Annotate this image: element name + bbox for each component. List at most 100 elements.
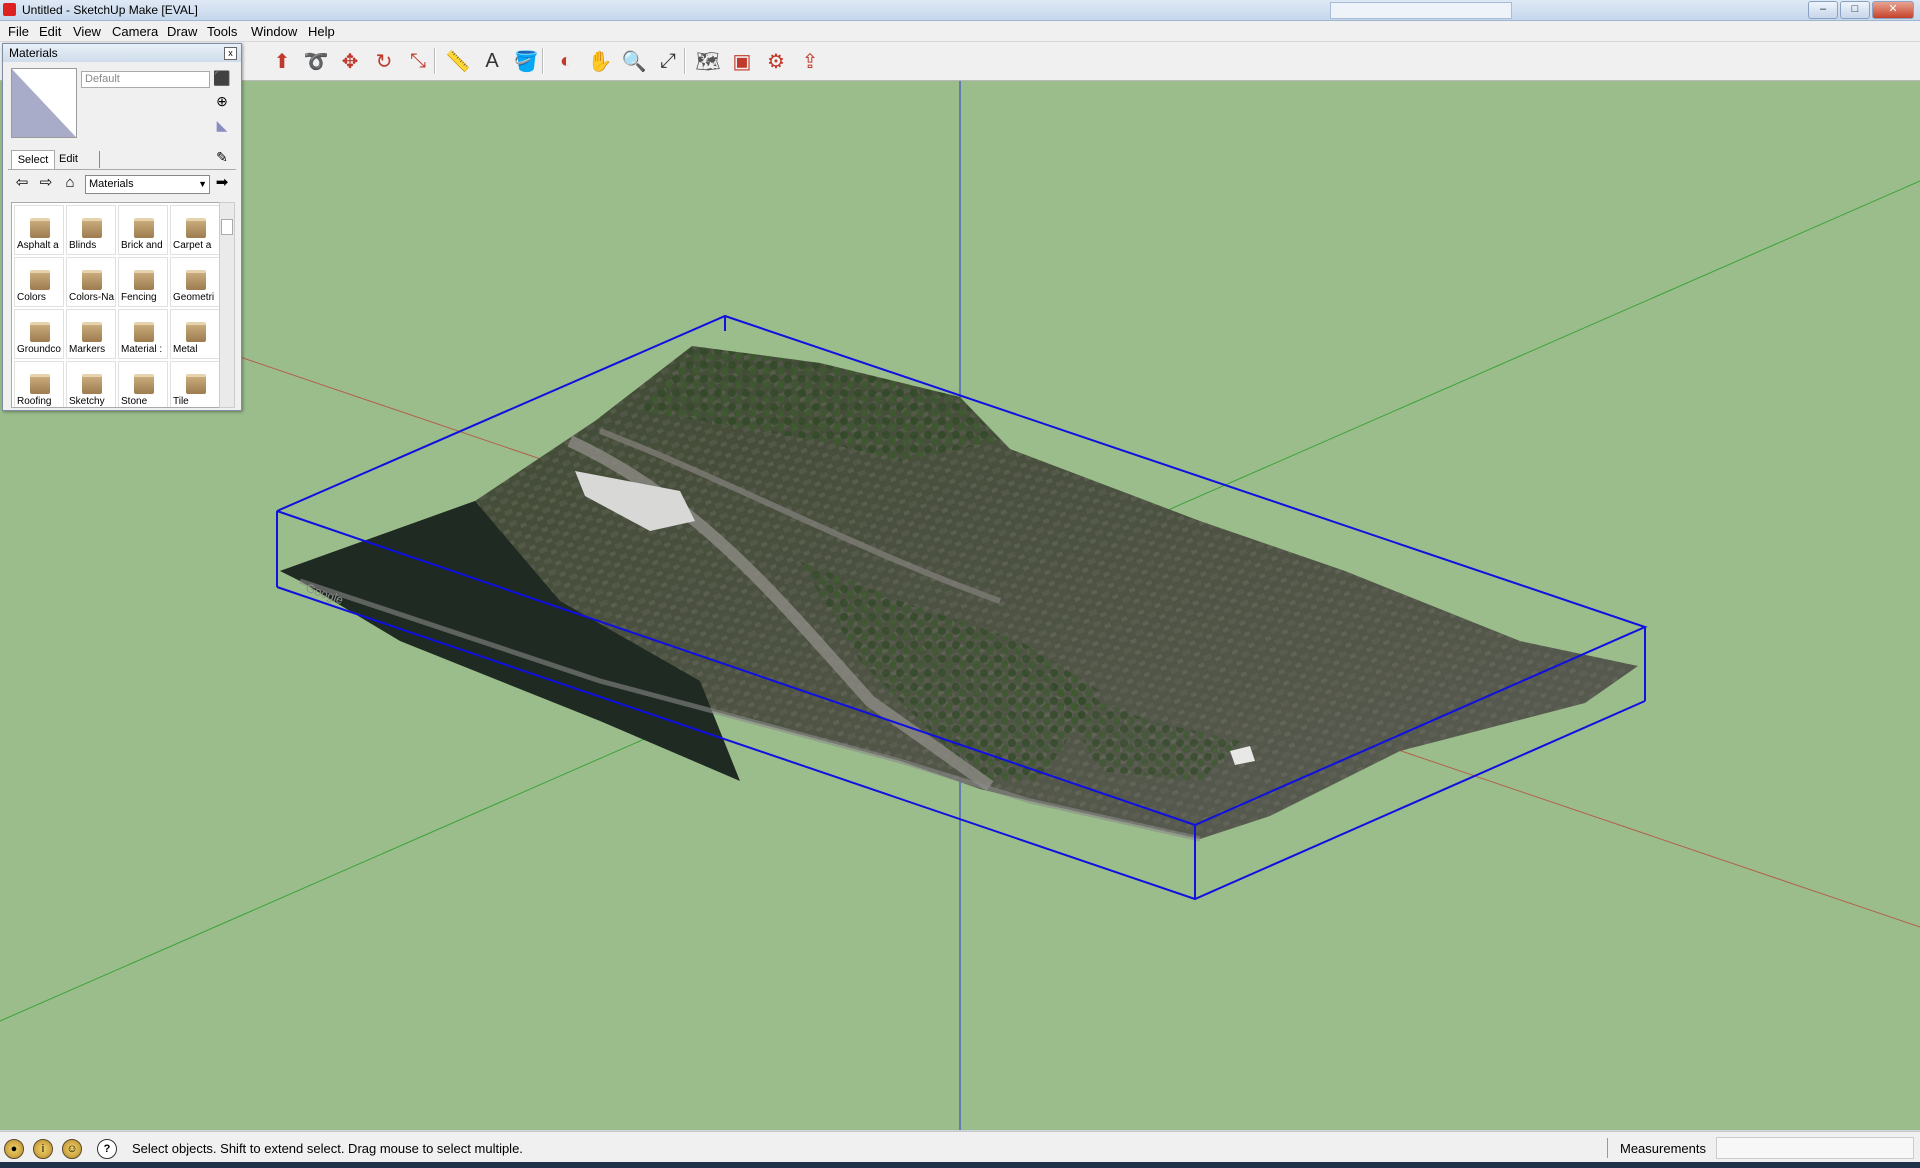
rotate-icon[interactable]: ↻ — [370, 47, 398, 75]
folder-icon — [186, 374, 206, 394]
get-models-icon[interactable]: ▣ — [728, 47, 756, 75]
status-message: Select objects. Shift to extend select. … — [132, 1141, 523, 1156]
close-icon[interactable]: x — [224, 47, 237, 60]
menu-camera[interactable]: Camera — [109, 24, 161, 39]
material-folder-tile[interactable]: Carpet a — [170, 205, 220, 255]
material-folder-tile[interactable]: Stone — [118, 361, 168, 407]
material-name-field[interactable]: Default — [81, 71, 210, 88]
material-folder-tile[interactable]: Colors — [14, 257, 64, 307]
material-folder-label: Groundco — [17, 344, 61, 355]
extension-warehouse-icon[interactable]: ⚙ — [762, 47, 790, 75]
material-folder-label: Stone — [121, 396, 148, 407]
chevron-down-icon: ▼ — [198, 179, 207, 189]
help-icon[interactable]: ? — [97, 1139, 117, 1159]
push-pull-icon[interactable]: ⬆ — [268, 47, 296, 75]
orbit-icon[interactable]: ◐ — [552, 47, 580, 75]
material-folder-label: Sketchy — [69, 396, 105, 407]
materials-grid-scrollbar[interactable] — [219, 202, 235, 408]
display-secondary-browser-icon[interactable]: ⬛ — [213, 69, 231, 87]
credits-icon[interactable]: i — [33, 1139, 53, 1159]
folder-icon — [30, 218, 50, 238]
folder-icon — [30, 374, 50, 394]
close-button[interactable]: ✕ — [1872, 1, 1914, 19]
menu-window[interactable]: Window — [248, 24, 300, 39]
material-folder-tile[interactable]: Blinds — [66, 205, 116, 255]
zoom-icon[interactable]: 🔍 — [620, 47, 648, 75]
move-icon[interactable]: ✥ — [336, 47, 364, 75]
os-taskbar — [0, 1162, 1920, 1168]
home-icon[interactable]: ⌂ — [61, 174, 79, 192]
follow-me-icon[interactable]: ➰ — [302, 47, 330, 75]
folder-icon — [134, 270, 154, 290]
scene-3d[interactable]: Google — [0, 81, 1920, 1130]
materials-panel-header[interactable]: Materials x — [3, 44, 241, 62]
sketchup-logo-icon — [3, 3, 16, 16]
material-folder-tile[interactable]: Metal — [170, 309, 220, 359]
pan-icon[interactable]: ✋ — [586, 47, 614, 75]
materials-panel[interactable]: Materials x Default ⬛ ⊕ ◣ Select Edit ✎ … — [2, 43, 242, 411]
zoom-extents-icon[interactable]: ⤢ — [654, 47, 682, 75]
folder-icon — [134, 322, 154, 342]
material-folder-tile[interactable]: Colors-Na — [66, 257, 116, 307]
menu-draw[interactable]: Draw — [164, 24, 200, 39]
material-folder-tile[interactable]: Roofing — [14, 361, 64, 407]
paint-bucket-icon[interactable]: 🪣 — [512, 47, 540, 75]
user-sign-in-icon[interactable]: ☺ — [62, 1139, 82, 1159]
menu-tools[interactable]: Tools — [204, 24, 240, 39]
collection-dropdown[interactable]: Materials ▼ — [85, 175, 210, 194]
menu-file[interactable]: File — [5, 24, 32, 39]
tab-select[interactable]: Select — [11, 150, 55, 169]
material-folder-tile[interactable]: Fencing — [118, 257, 168, 307]
measurements-label: Measurements — [1620, 1141, 1706, 1156]
material-folder-tile[interactable]: Tile — [170, 361, 220, 407]
status-divider — [1607, 1138, 1608, 1158]
scrollbar-thumb[interactable] — [221, 219, 233, 235]
add-location-icon[interactable]: 🗺 — [694, 47, 722, 75]
scale-icon[interactable]: ⤡ — [404, 47, 432, 75]
maximize-button[interactable]: □ — [1840, 1, 1870, 19]
folder-icon — [186, 218, 206, 238]
share-model-icon[interactable]: ⇪ — [796, 47, 824, 75]
material-folder-tile[interactable]: Sketchy — [66, 361, 116, 407]
folder-icon — [134, 218, 154, 238]
material-folder-tile[interactable]: Brick and — [118, 205, 168, 255]
default-material-icon[interactable]: ◣ — [213, 116, 231, 134]
material-folder-tile[interactable]: Groundco — [14, 309, 64, 359]
material-folder-label: Fencing — [121, 292, 157, 303]
material-folder-tile[interactable]: Material : — [118, 309, 168, 359]
measurements-input[interactable] — [1716, 1137, 1914, 1159]
material-folder-label: Carpet a — [173, 240, 212, 251]
create-material-icon[interactable]: ⊕ — [213, 92, 231, 110]
toolbar-separator — [542, 48, 544, 74]
folder-icon — [30, 270, 50, 290]
back-arrow-icon[interactable]: ⇦ — [13, 174, 31, 192]
toolbar-separator — [434, 48, 436, 74]
geo-location-icon[interactable]: ● — [4, 1139, 24, 1159]
material-folder-label: Colors — [17, 292, 46, 303]
folder-icon — [82, 322, 102, 342]
material-folder-label: Geometri — [173, 292, 215, 303]
material-folder-label: Colors-Na — [69, 292, 115, 303]
material-folder-label: Markers — [69, 344, 106, 355]
tab-edit[interactable]: Edit — [55, 151, 100, 168]
minimize-button[interactable]: – — [1808, 1, 1838, 19]
model-viewport[interactable]: Google — [0, 81, 1920, 1130]
text-icon[interactable]: A — [478, 47, 506, 75]
menu-bar: File Edit View Camera Draw Tools Window … — [0, 21, 1920, 42]
tape-measure-icon[interactable]: 📏 — [444, 47, 472, 75]
details-arrow-icon[interactable]: ➡ — [213, 174, 231, 192]
material-folder-tile[interactable]: Markers — [66, 309, 116, 359]
material-folder-tile[interactable]: Geometri — [170, 257, 220, 307]
menu-help[interactable]: Help — [305, 24, 338, 39]
toolbar-separator — [684, 48, 686, 74]
folder-icon — [82, 218, 102, 238]
material-folder-tile[interactable]: Asphalt a — [14, 205, 64, 255]
material-folder-label: Roofing — [17, 396, 52, 407]
menu-edit[interactable]: Edit — [36, 24, 64, 39]
menu-view[interactable]: View — [70, 24, 104, 39]
folder-icon — [186, 322, 206, 342]
forward-arrow-icon[interactable]: ⇨ — [37, 174, 55, 192]
collection-dropdown-value: Materials — [89, 178, 134, 190]
sample-paint-icon[interactable]: ✎ — [213, 148, 231, 166]
title-search-field[interactable] — [1330, 2, 1512, 19]
